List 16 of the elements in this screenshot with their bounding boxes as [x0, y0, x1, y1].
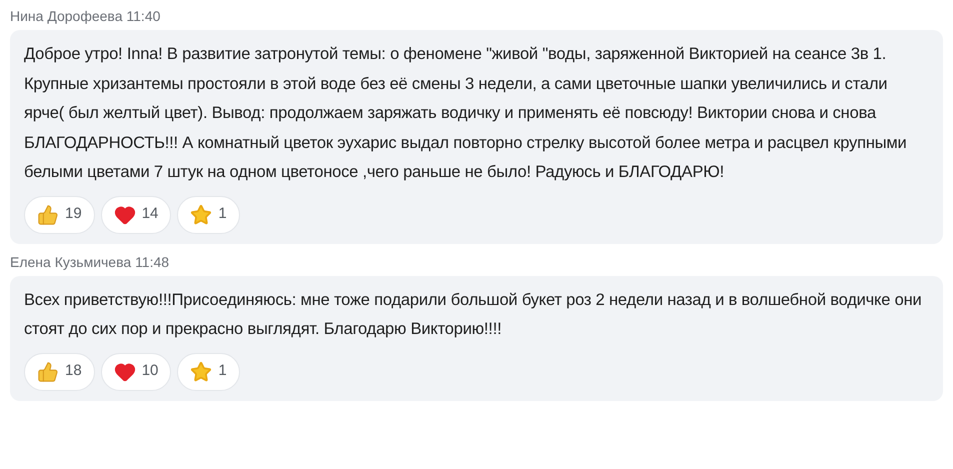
- star-icon: [190, 360, 212, 382]
- reaction-button[interactable]: 1: [177, 352, 240, 390]
- reaction-button[interactable]: 18: [24, 352, 95, 390]
- reaction-button[interactable]: 14: [100, 196, 172, 234]
- heart-icon: [114, 204, 136, 226]
- reaction-button[interactable]: 10: [100, 352, 172, 390]
- message-text: Доброе утро! Inna! В развитие затронутой темы: о феномене "живой "воды, заряженной Викторией на сеансе 3в 1. Крупные хризантемы простояли в этой воде без её смены 3 недели, а сами цветочные шапки увеличились и стали ярче( был желтый цвет). Вывод: продолжаем заряжать водичку и применять её повсюду! Виктории снова и снова БЛАГОДАРНОСТЬ!!! А комнатный цветок эухарис выдал повторно стрелку высотой более метра и расцвел крупными белыми цветами 7 штук на одном цветоносе ,чего раньше не было! Радуюсь и БЛАГОДАРЮ!: [24, 44, 908, 183]
- star-icon: [190, 204, 212, 226]
- message-text: Всех приветствую!!!Присоединяюсь: мне тоже подарили большой букет роз 2 недели назад и в волшебной водичке они стоят до сих пор и прекрасно выглядят. Благодарю Викторию!!!!: [24, 290, 923, 340]
- message-author: Нина Дорофеева 11:40: [10, 7, 162, 26]
- thumbs-up-icon: [37, 204, 59, 226]
- reaction-button[interactable]: 19: [24, 196, 95, 234]
- heart-icon: [114, 360, 136, 382]
- reaction-button[interactable]: 1: [177, 196, 240, 234]
- message-author: Елена Кузьмичева 11:48: [10, 252, 170, 272]
- thumbs-up-icon: [37, 360, 59, 382]
